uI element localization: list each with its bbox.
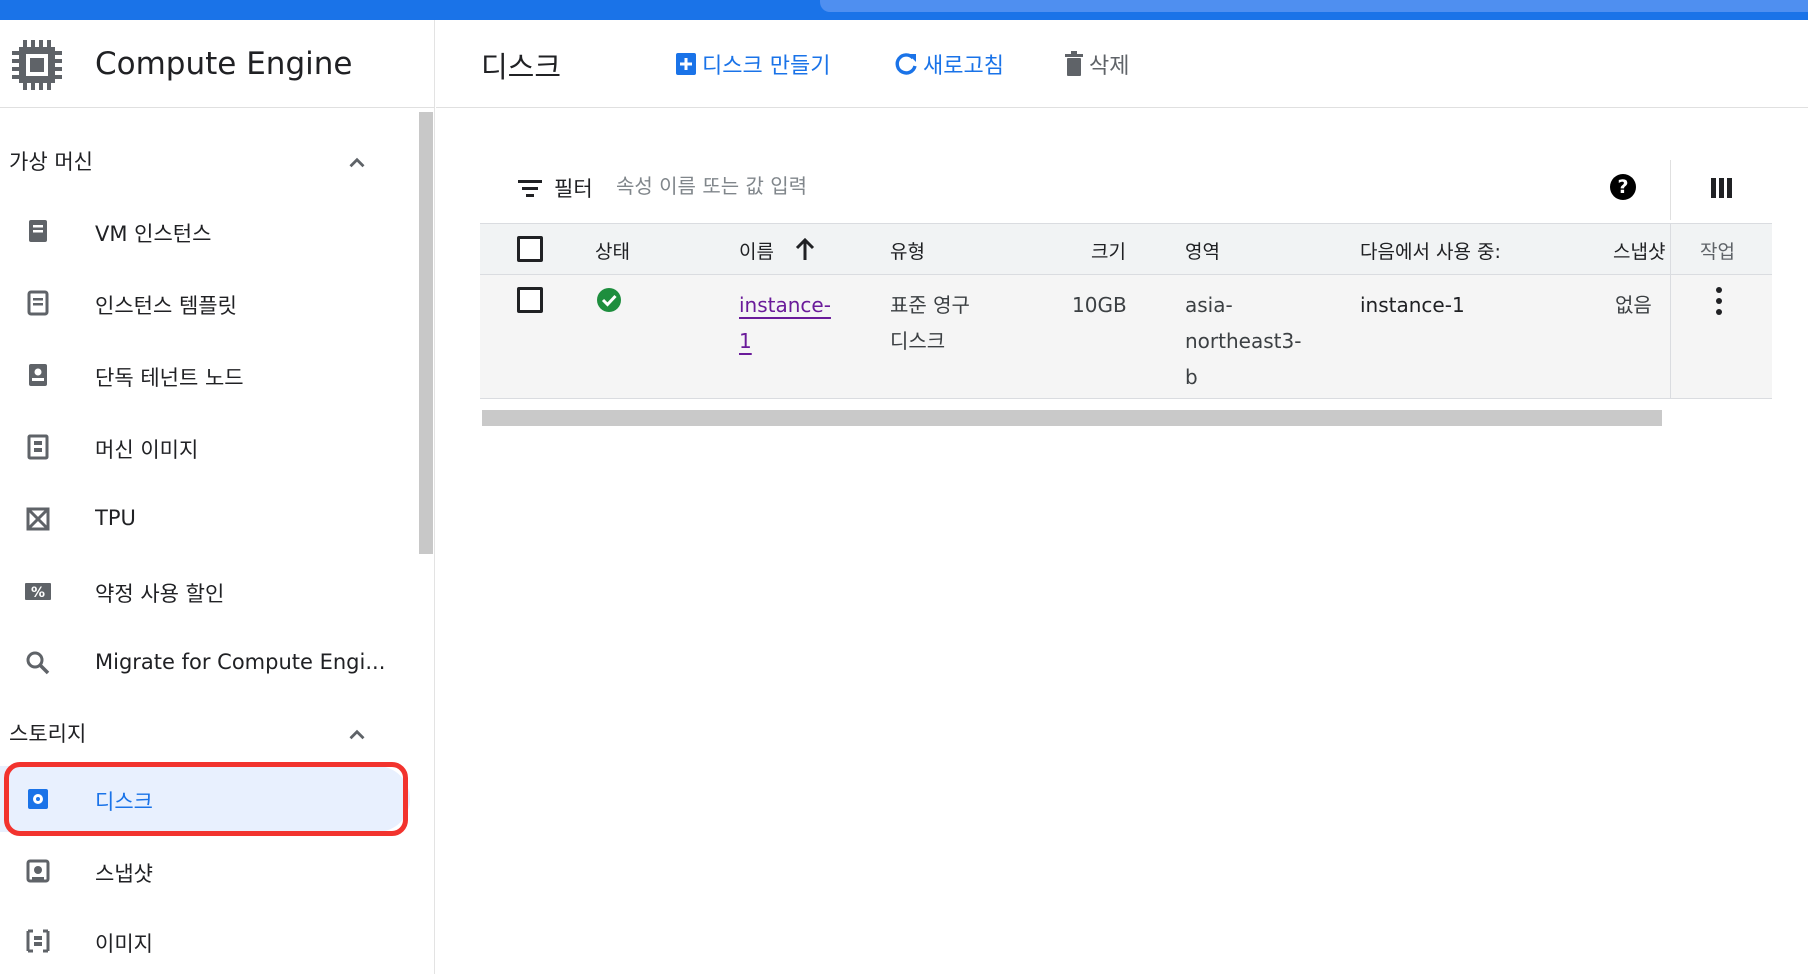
disk-name-line2[interactable]: 1 (739, 329, 752, 353)
column-zone[interactable]: 영역 (1185, 237, 1220, 264)
sidebar-item-snapshots[interactable]: 스냅샷 (0, 838, 410, 904)
column-name[interactable]: 이름 (739, 237, 774, 264)
disk-zone: asia- northeast3- b (1185, 287, 1301, 395)
sidebar-item-label: Migrate for Compute Engi... (95, 650, 385, 674)
svg-text:%: % (31, 585, 45, 601)
delete-button[interactable]: 삭제 (1063, 48, 1129, 80)
table-row[interactable]: instance- 1 표준 영구 디스크 10GB asia- northea… (480, 275, 1772, 399)
section-virtual-machines[interactable]: 가상 머신 (9, 146, 93, 176)
create-disk-button[interactable]: 디스크 만들기 (674, 48, 830, 80)
top-bar-search-area (820, 0, 1808, 12)
sort-ascending-icon[interactable] (793, 236, 817, 262)
sidebar-scrollbar[interactable] (419, 112, 433, 554)
table-horizontal-scrollbar[interactable] (482, 410, 1662, 426)
disk-zone-line2: northeast3- (1185, 329, 1302, 353)
sidebar-item-label: 인스턴스 템플릿 (95, 294, 237, 318)
column-in-use-by[interactable]: 다음에서 사용 중: (1360, 237, 1501, 264)
chevron-up-icon[interactable] (344, 150, 370, 176)
refresh-button[interactable]: 새로고침 (893, 48, 1004, 80)
sidebar-item-images[interactable]: 이미지 (0, 908, 410, 974)
status-ok-icon (597, 288, 621, 312)
refresh-icon (895, 53, 917, 75)
table-header: 상태 이름 유형 크기 영역 다음에서 사용 중: 스냅샷 작업 (480, 223, 1772, 275)
disk-name-line1[interactable]: instance- (739, 293, 831, 317)
more-vert-icon[interactable] (1712, 285, 1726, 317)
disk-zone-line1: asia- (1185, 293, 1233, 317)
sidebar-item-committed-use-discounts[interactable]: % 약정 사용 할인 (0, 558, 410, 624)
disk-type: 표준 영구 디스크 (890, 287, 970, 359)
sidebar-item-label: 단독 테넌트 노드 (95, 366, 244, 390)
template-icon (27, 290, 49, 316)
sidebar-item-tpu[interactable]: TPU (0, 486, 410, 552)
tpu-icon (26, 507, 50, 531)
sidebar: Compute Engine 가상 머신 VM 인스턴스 인스턴스 템플릿 단독… (0, 20, 435, 974)
compute-engine-chip-icon (12, 40, 62, 90)
select-all-checkbox[interactable] (517, 236, 543, 262)
chevron-up-icon[interactable] (344, 722, 370, 748)
disk-zone-line3: b (1185, 365, 1198, 389)
sidebar-item-label: 이미지 (95, 932, 153, 956)
sidebar-item-label: TPU (95, 506, 136, 530)
add-box-icon (676, 53, 696, 75)
disk-name-link[interactable]: instance- 1 (739, 287, 831, 359)
product-title: Compute Engine (95, 46, 353, 82)
disk-size: 10GB (1072, 293, 1127, 317)
column-actions: 작업 (1700, 241, 1735, 263)
sidebar-item-vm-instances[interactable]: VM 인스턴스 (0, 198, 410, 264)
sidebar-item-migrate[interactable]: Migrate for Compute Engi... (0, 630, 410, 696)
column-size[interactable]: 크기 (1091, 237, 1126, 264)
vm-instance-icon (29, 220, 47, 242)
column-status[interactable]: 상태 (595, 237, 630, 264)
sidebar-item-label: VM 인스턴스 (95, 222, 212, 246)
sidebar-item-sole-tenant-nodes[interactable]: 단독 테넌트 노드 (0, 342, 410, 408)
divider (1670, 160, 1671, 220)
filter-label: 필터 (554, 177, 593, 201)
page-header: 디스크 디스크 만들기 새로고침 삭제 (436, 20, 1808, 108)
create-disk-label: 디스크 만들기 (702, 54, 831, 79)
filter-bar: 필터 ? (480, 160, 1772, 224)
disk-in-use-by: instance-1 (1360, 293, 1465, 317)
sole-tenant-icon (29, 364, 47, 386)
highlight-box (4, 762, 408, 836)
column-display-icon[interactable] (1709, 176, 1735, 200)
column-type[interactable]: 유형 (890, 237, 925, 264)
disk-type-line2: 디스크 (890, 329, 946, 353)
product-header: Compute Engine (0, 20, 435, 108)
image-icon (26, 929, 50, 953)
help-icon[interactable]: ? (1610, 174, 1636, 200)
percent-icon: % (25, 583, 51, 601)
row-checkbox[interactable] (517, 287, 543, 313)
machine-image-icon (27, 434, 49, 460)
sidebar-item-machine-images[interactable]: 머신 이미지 (0, 414, 410, 480)
delete-label: 삭제 (1089, 54, 1130, 79)
sidebar-item-label: 약정 사용 할인 (95, 582, 225, 606)
page-title: 디스크 (481, 50, 562, 84)
disk-snapshot: 없음 (1615, 293, 1652, 317)
sidebar-item-instance-templates[interactable]: 인스턴스 템플릿 (0, 270, 410, 336)
disk-type-line1: 표준 영구 (890, 293, 970, 317)
trash-icon (1065, 51, 1083, 76)
top-app-bar (0, 0, 1808, 20)
sidebar-item-label: 스냅샷 (95, 862, 153, 886)
column-snapshot[interactable]: 스냅샷 (1613, 237, 1669, 264)
snapshot-icon (26, 859, 50, 883)
section-storage[interactable]: 스토리지 (9, 718, 86, 748)
refresh-label: 새로고침 (923, 54, 1004, 79)
search-icon (26, 651, 50, 675)
filter-input[interactable] (616, 170, 1316, 202)
actions-column-divider (1670, 223, 1671, 399)
filter-icon (518, 180, 542, 197)
sidebar-item-label: 머신 이미지 (95, 438, 199, 462)
